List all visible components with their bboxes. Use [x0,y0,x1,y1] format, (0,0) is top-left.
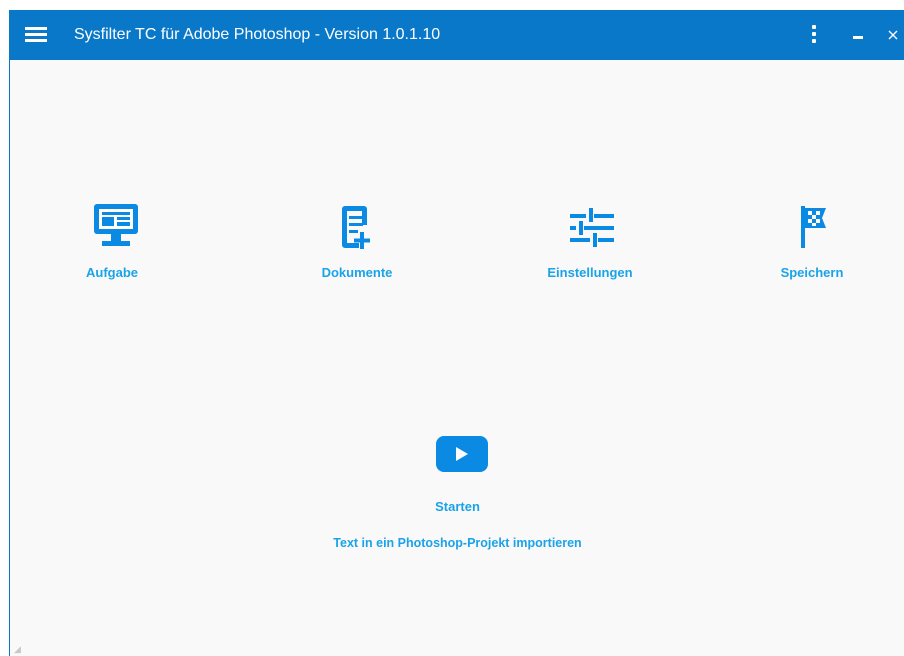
tile-einstellungen[interactable]: Einstellungen [530,200,650,280]
start-label[interactable]: Starten [10,499,904,514]
tile-label: Dokumente [321,265,393,280]
title-bar: Sysfilter TC für Adobe Photoshop - Versi… [10,10,904,60]
window-title: Sysfilter TC für Adobe Photoshop - Versi… [74,26,441,43]
start-play-button[interactable] [436,436,488,472]
checkered-flag-icon [801,206,826,248]
tile-label: Aufgabe [86,265,138,280]
close-icon[interactable] [883,23,904,47]
play-button-icon [456,447,468,461]
vertical-ellipsis-icon[interactable] [802,23,826,47]
tile-aufgabe[interactable]: Aufgabe [72,200,152,280]
sliders-icon [570,208,614,247]
app-window: Sysfilter TC für Adobe Photoshop - Versi… [9,10,904,656]
resize-grip-icon[interactable]: ◢ [14,644,21,655]
tile-speichern[interactable]: Speichern [762,200,862,280]
tile-label: Speichern [780,265,844,280]
tile-dokumente[interactable]: Dokumente [302,200,412,280]
document-add-icon [342,206,370,249]
minimize-icon[interactable] [847,23,871,47]
start-description: Text in ein Photoshop-Projekt importiere… [333,536,582,550]
hamburger-menu-icon[interactable] [25,27,47,43]
tile-label: Einstellungen [547,265,633,280]
monitor-icon [94,204,138,246]
